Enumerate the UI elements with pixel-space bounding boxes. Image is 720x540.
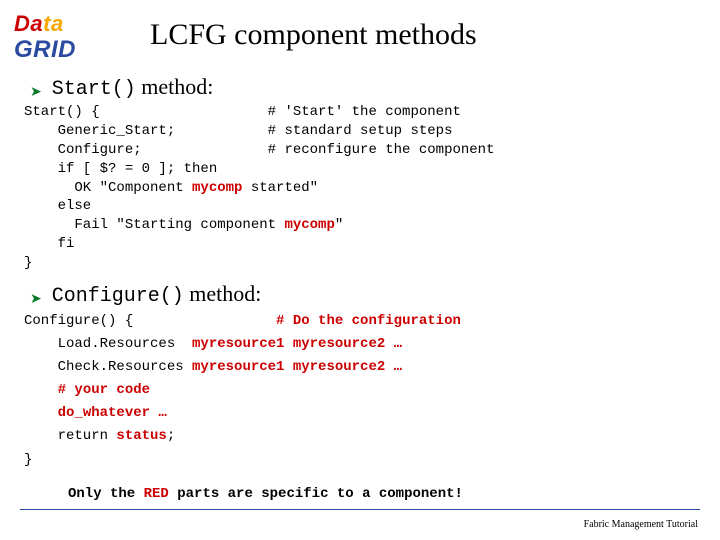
code-line: else bbox=[24, 198, 91, 214]
code-line: Check.Resources bbox=[24, 359, 192, 375]
code-red: # Do the configuration bbox=[276, 313, 461, 329]
footer-divider bbox=[20, 509, 700, 510]
logo-data-word: Data bbox=[14, 14, 100, 34]
code-block-start: Start() { # 'Start' the component Generi… bbox=[24, 103, 700, 273]
closing-c: parts are specific to a component! bbox=[169, 486, 463, 502]
chevron-right-icon: ➤ bbox=[30, 84, 42, 101]
bullet-label: Start() method: bbox=[52, 74, 214, 101]
code-line: OK "Component bbox=[24, 180, 192, 196]
code-line: if [ $? = 0 ]; then bbox=[24, 161, 217, 177]
code-line: ; bbox=[167, 428, 175, 444]
code-line: return bbox=[24, 428, 116, 444]
code-line: Configure() { bbox=[24, 313, 276, 329]
logo-ta: ta bbox=[43, 11, 64, 36]
code-red: # your code bbox=[58, 382, 150, 398]
code-block-configure: Configure() { # Do the configuration Loa… bbox=[24, 310, 700, 472]
code-line bbox=[24, 405, 58, 421]
code-line: Configure; # reconfigure the component bbox=[24, 142, 494, 158]
bullet-rest: method: bbox=[136, 74, 214, 99]
code-line: " bbox=[335, 217, 343, 233]
closing-red: RED bbox=[144, 486, 169, 502]
datagrid-logo: Data GRID bbox=[14, 14, 100, 62]
code-line: Fail "Starting component bbox=[24, 217, 284, 233]
logo-da: Da bbox=[14, 11, 43, 36]
code-line: } bbox=[24, 255, 32, 271]
logo-grid-word: GRID bbox=[14, 36, 100, 64]
bullet-code: Start() bbox=[52, 78, 136, 101]
code-line: Load.Resources bbox=[24, 336, 192, 352]
bullet-code: Configure() bbox=[52, 285, 184, 308]
closing-a: Only the bbox=[68, 486, 144, 502]
chevron-right-icon: ➤ bbox=[30, 291, 42, 308]
code-line: } bbox=[24, 452, 32, 468]
slide-title: LCFG component methods bbox=[150, 18, 477, 52]
code-line: Generic_Start; # standard setup steps bbox=[24, 123, 452, 139]
code-line bbox=[24, 382, 58, 398]
code-red: myresource1 myresource2 … bbox=[192, 359, 402, 375]
bullet-configure-method: ➤ Configure() method: bbox=[30, 281, 700, 308]
closing-note: Only the RED parts are specific to a com… bbox=[68, 486, 700, 502]
slide-content: ➤ Start() method: Start() { # 'Start' th… bbox=[24, 72, 700, 502]
code-line: started" bbox=[242, 180, 318, 196]
slide: Data GRID LCFG component methods ➤ Start… bbox=[0, 0, 720, 540]
code-line: Start() { # 'Start' the component bbox=[24, 104, 461, 120]
code-red: status bbox=[116, 428, 166, 444]
code-red: mycomp bbox=[192, 180, 242, 196]
code-line: fi bbox=[24, 236, 74, 252]
bullet-rest: method: bbox=[184, 281, 262, 306]
code-red: do_whatever … bbox=[58, 405, 167, 421]
footer-text: Fabric Management Tutorial bbox=[584, 519, 698, 530]
code-red: mycomp bbox=[284, 217, 334, 233]
bullet-label: Configure() method: bbox=[52, 281, 262, 308]
code-red: myresource1 myresource2 … bbox=[192, 336, 402, 352]
bullet-start-method: ➤ Start() method: bbox=[30, 74, 700, 101]
